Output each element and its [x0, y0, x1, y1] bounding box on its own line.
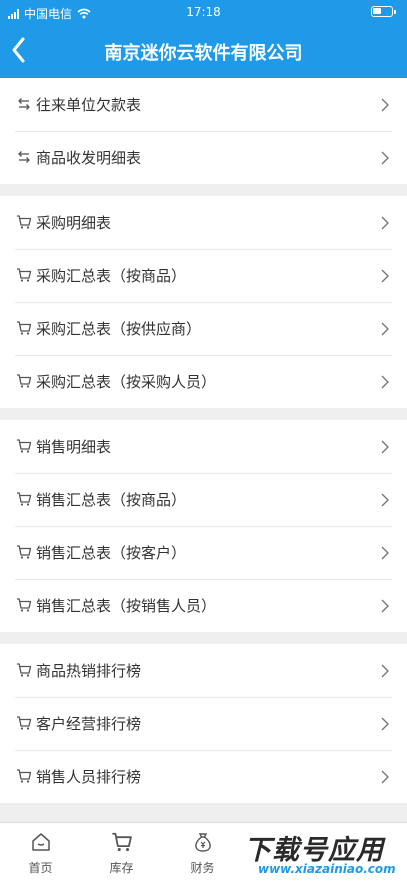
cart-icon: [16, 214, 32, 230]
menu-item[interactable]: 采购汇总表（按商品）: [0, 249, 407, 302]
menu-section: 采购明细表采购汇总表（按商品） 采购汇总表（按供应商） 采购汇总表（按采购人员）: [0, 196, 407, 408]
menu-item[interactable]: 客户经营排行榜: [0, 697, 407, 750]
chevron-right-icon: [381, 268, 389, 283]
menu-item-label: 销售汇总表（按销售人员）: [36, 597, 217, 615]
menu-item[interactable]: 销售汇总表（按销售人员）: [0, 579, 407, 632]
menu-section: 商品热销排行榜 客户经营排行榜 销售人员排行榜: [0, 644, 407, 803]
app-header: 中国电信 17:18 南京迷你云软件有限公司: [0, 0, 407, 78]
menu-item[interactable]: 销售明细表: [0, 420, 407, 473]
section-divider: [0, 803, 407, 815]
menu-item-label: 销售明细表: [36, 438, 112, 456]
chevron-right-icon: [381, 492, 389, 507]
menu-item-label: 采购汇总表（按商品）: [36, 267, 187, 285]
menu-item[interactable]: 采购汇总表（按采购人员）: [0, 355, 407, 408]
menu-item-label: 采购明细表: [36, 214, 112, 232]
page-title: 南京迷你云软件有限公司: [104, 43, 303, 64]
chevron-right-icon: [381, 716, 389, 731]
transfer-icon: [16, 149, 32, 165]
menu-item-label: 销售汇总表（按商品）: [36, 491, 187, 509]
section-divider: [0, 632, 407, 644]
report-list: 往来单位欠款表 商品收发明细表 采购明细表 采购汇总表（按商品） 采购汇总表（按供应商）…: [0, 78, 407, 815]
chevron-right-icon: [381, 598, 389, 613]
tab-label: 财务: [190, 861, 215, 875]
cart-icon: [16, 267, 32, 283]
cart-icon: [16, 438, 32, 454]
menu-item-label: 客户经营排行榜: [36, 715, 142, 733]
menu-item[interactable]: 采购汇总表（按供应商）: [0, 302, 407, 355]
cart-icon: [16, 715, 32, 731]
battery-icon: [371, 6, 396, 17]
menu-item-label: 销售人员排行榜: [36, 768, 142, 786]
cart-icon: [111, 831, 133, 853]
chevron-right-icon: [381, 439, 389, 454]
cart-icon: [16, 662, 32, 678]
chevron-right-icon: [381, 545, 389, 560]
menu-item[interactable]: 商品热销排行榜: [0, 644, 407, 697]
status-bar: 中国电信 17:18: [0, 0, 407, 24]
menu-section: 往来单位欠款表 商品收发明细表: [0, 78, 407, 184]
section-divider: [0, 184, 407, 196]
chevron-right-icon: [381, 769, 389, 784]
money-bag-icon: [192, 831, 214, 853]
menu-item-label: 采购汇总表（按供应商）: [36, 320, 202, 338]
watermark-url: www.xiazainiao.com: [258, 862, 396, 876]
menu-item-label: 销售汇总表（按客户）: [36, 544, 187, 562]
watermark-logo: 下载号应用 www.xiazainiao.com: [240, 826, 407, 883]
tab-item[interactable]: 财务: [162, 823, 243, 883]
chevron-right-icon: [381, 321, 389, 336]
transfer-icon: [16, 96, 32, 112]
chevron-right-icon: [381, 97, 389, 112]
tab-item[interactable]: 库存: [81, 823, 162, 883]
menu-item-label: 往来单位欠款表: [36, 96, 142, 114]
menu-item[interactable]: 销售汇总表（按客户）: [0, 526, 407, 579]
menu-item[interactable]: 商品收发明细表: [0, 131, 407, 184]
menu-section: 销售明细表销售汇总表（按商品） 销售汇总表（按客户） 销售汇总表（按销售人员）: [0, 420, 407, 632]
cart-icon: [16, 373, 32, 389]
cart-icon: [16, 320, 32, 336]
menu-item[interactable]: 采购明细表: [0, 196, 407, 249]
tab-label: 首页: [28, 861, 53, 875]
tab-item[interactable]: 首页: [0, 823, 81, 883]
menu-item-label: 商品收发明细表: [36, 149, 142, 167]
menu-item[interactable]: 销售汇总表（按商品）: [0, 473, 407, 526]
chevron-right-icon: [381, 663, 389, 678]
tab-label: 库存: [109, 861, 134, 875]
status-time: 17:18: [186, 5, 221, 19]
menu-item[interactable]: 往来单位欠款表: [0, 78, 407, 131]
home-icon: [30, 831, 52, 853]
chevron-right-icon: [381, 215, 389, 230]
cart-icon: [16, 597, 32, 613]
menu-item-label: 采购汇总表（按采购人员）: [36, 373, 217, 391]
cart-icon: [16, 768, 32, 784]
menu-item-label: 商品热销排行榜: [36, 662, 142, 680]
cart-icon: [16, 491, 32, 507]
section-divider: [0, 408, 407, 420]
chevron-right-icon: [381, 150, 389, 165]
chevron-right-icon: [381, 374, 389, 389]
menu-item[interactable]: 销售人员排行榜: [0, 750, 407, 803]
cart-icon: [16, 544, 32, 560]
